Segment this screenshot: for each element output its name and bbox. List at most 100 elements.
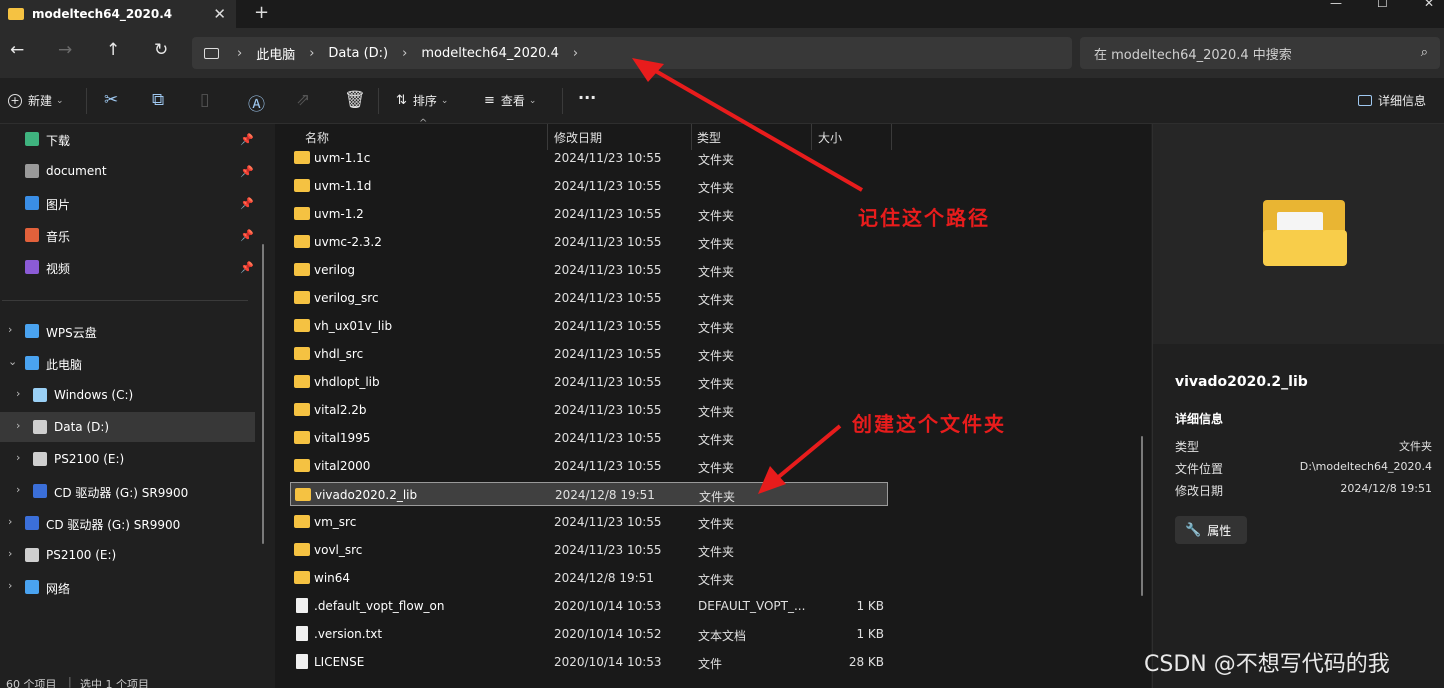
forward-button[interactable]: → bbox=[58, 40, 72, 60]
breadcrumb-separator[interactable]: › bbox=[237, 46, 242, 61]
sidebar-item-quick[interactable]: 视频 📌 bbox=[0, 252, 255, 282]
file-row[interactable]: vital2.2b 2024/11/23 10:55 文件夹 bbox=[290, 398, 888, 422]
title-bar: modeltech64_2020.4 ✕ + — ☐ ✕ bbox=[0, 0, 1444, 28]
pin-icon[interactable]: 📌 bbox=[240, 165, 254, 178]
chevron-right-icon[interactable]: › bbox=[16, 387, 20, 400]
tab-close-icon[interactable]: ✕ bbox=[213, 5, 226, 23]
file-row[interactable]: .version.txt 2020/10/14 10:52 文本文档 1 KB bbox=[290, 622, 888, 646]
sort-button[interactable]: ⇅ 排序 ⌄ bbox=[396, 92, 448, 109]
paste-icon[interactable]: ▯ bbox=[200, 90, 209, 110]
file-row[interactable]: win64 2024/12/8 19:51 文件夹 bbox=[290, 566, 888, 590]
column-separator[interactable] bbox=[891, 124, 892, 150]
file-row[interactable]: verilog 2024/11/23 10:55 文件夹 bbox=[290, 258, 888, 282]
chevron-right-icon[interactable]: › bbox=[8, 323, 12, 336]
chevron-right-icon[interactable]: › bbox=[16, 451, 20, 464]
breadcrumb-drive-d[interactable]: Data (D:) bbox=[328, 46, 388, 61]
more-options-icon[interactable]: ··· bbox=[578, 88, 596, 107]
up-button[interactable]: ↑ bbox=[106, 40, 120, 60]
file-row[interactable]: vhdl_src 2024/11/23 10:55 文件夹 bbox=[290, 342, 888, 366]
file-row[interactable]: uvmc-2.3.2 2024/11/23 10:55 文件夹 bbox=[290, 230, 888, 254]
cut-icon[interactable]: ✂ bbox=[104, 90, 118, 110]
chevron-right-icon[interactable]: › bbox=[16, 419, 20, 432]
breadcrumb-current-folder[interactable]: modeltech64_2020.4 bbox=[421, 46, 559, 61]
pin-icon[interactable]: 📌 bbox=[240, 261, 254, 274]
sidebar-item-tree[interactable]: › PS2100 (E:) bbox=[0, 444, 255, 474]
file-row[interactable]: verilog_src 2024/11/23 10:55 文件夹 bbox=[290, 286, 888, 310]
minimize-button[interactable]: — bbox=[1330, 0, 1342, 10]
breadcrumb-separator[interactable]: › bbox=[402, 46, 407, 61]
sidebar-item-tree[interactable]: ⌄ 此电脑 bbox=[0, 348, 255, 378]
maximize-button[interactable]: ☐ bbox=[1377, 0, 1388, 10]
file-list-scrollbar[interactable] bbox=[1141, 436, 1143, 596]
back-button[interactable]: ← bbox=[10, 40, 24, 60]
properties-button[interactable]: 🔧 属性 bbox=[1175, 516, 1247, 544]
sidebar-item-tree[interactable]: › PS2100 (E:) bbox=[0, 540, 255, 570]
view-button[interactable]: ≡ 查看 ⌄ bbox=[484, 92, 536, 109]
chevron-right-icon[interactable]: › bbox=[8, 547, 12, 560]
file-row[interactable]: vm_src 2024/11/23 10:55 文件夹 bbox=[290, 510, 888, 534]
column-header-type[interactable]: 类型 bbox=[697, 129, 721, 146]
pin-icon[interactable]: 📌 bbox=[240, 133, 254, 146]
refresh-button[interactable]: ↻ bbox=[154, 40, 168, 60]
column-header-date[interactable]: 修改日期 bbox=[554, 129, 602, 146]
sidebar-item-quick[interactable]: document 📌 bbox=[0, 156, 255, 186]
new-button[interactable]: + 新建 ⌄ bbox=[8, 92, 64, 109]
close-window-button[interactable]: ✕ bbox=[1424, 0, 1434, 10]
file-row[interactable]: .default_vopt_flow_on 2020/10/14 10:53 DEF… bbox=[290, 594, 888, 618]
window-tab[interactable]: modeltech64_2020.4 ✕ bbox=[0, 0, 236, 28]
file-row[interactable]: vovl_src 2024/11/23 10:55 文件夹 bbox=[290, 538, 888, 562]
details-pane: vivado2020.2_lib 详细信息 类型 文件夹 文件位置 D:\mod… bbox=[1152, 124, 1444, 688]
new-tab-button[interactable]: + bbox=[254, 2, 269, 23]
file-type: 文件夹 bbox=[698, 517, 735, 531]
breadcrumb-separator[interactable]: › bbox=[309, 46, 314, 61]
details-pane-button[interactable]: 详细信息 bbox=[1358, 92, 1426, 109]
file-row[interactable]: vh_ux01v_lib 2024/11/23 10:55 文件夹 bbox=[290, 314, 888, 338]
pc-icon bbox=[204, 47, 219, 59]
file-row[interactable]: uvm-1.2 2024/11/23 10:55 文件夹 bbox=[290, 202, 888, 226]
status-divider: | bbox=[68, 675, 72, 688]
rename-icon[interactable]: Ⓐ bbox=[248, 90, 265, 115]
file-name: vovl_src bbox=[314, 543, 363, 557]
sidebar-item-tree[interactable]: › CD 驱动器 (G:) SR9900 bbox=[0, 476, 255, 506]
pin-icon[interactable]: 📌 bbox=[240, 229, 254, 242]
file-type: 文件夹 bbox=[698, 237, 735, 251]
breadcrumb-this-pc[interactable]: 此电脑 bbox=[256, 44, 295, 63]
search-input[interactable]: 在 modeltech64_2020.4 中搜索 ⌕ bbox=[1080, 37, 1440, 69]
file-row[interactable]: uvm-1.1c 2024/11/23 10:55 文件夹 bbox=[290, 146, 888, 170]
sidebar-scrollbar[interactable] bbox=[262, 244, 264, 544]
sort-ascending-icon: ^ bbox=[419, 118, 428, 129]
sidebar-item-quick[interactable]: 下载 📌 bbox=[0, 124, 255, 154]
sidebar-item-tree[interactable]: › 网络 bbox=[0, 572, 255, 602]
column-header-size[interactable]: 大小 bbox=[818, 129, 842, 146]
file-row[interactable]: vivado2020.2_lib 2024/12/8 19:51 文件夹 bbox=[290, 482, 888, 506]
column-header-name[interactable]: 名称 bbox=[305, 129, 329, 146]
sidebar-item-tree[interactable]: › Windows (C:) bbox=[0, 380, 255, 410]
file-row[interactable]: vital2000 2024/11/23 10:55 文件夹 bbox=[290, 454, 888, 478]
breadcrumb-separator[interactable]: › bbox=[573, 46, 578, 61]
folder-icon bbox=[294, 291, 310, 304]
copy-icon[interactable]: ⧉ bbox=[152, 90, 164, 110]
search-icon[interactable]: ⌕ bbox=[1421, 45, 1428, 60]
share-icon[interactable]: ⇗ bbox=[296, 90, 310, 110]
chevron-right-icon[interactable]: › bbox=[8, 515, 12, 528]
folder-icon bbox=[294, 571, 310, 584]
delete-icon[interactable]: 🗑 bbox=[344, 90, 366, 110]
sidebar-item-quick[interactable]: 音乐 📌 bbox=[0, 220, 255, 250]
file-name: .version.txt bbox=[314, 627, 383, 641]
cloud-icon bbox=[25, 324, 39, 338]
sidebar-item-quick[interactable]: 图片 📌 bbox=[0, 188, 255, 218]
chevron-right-icon[interactable]: › bbox=[8, 579, 12, 592]
file-row[interactable]: vhdlopt_lib 2024/11/23 10:55 文件夹 bbox=[290, 370, 888, 394]
chevron-down-icon[interactable]: ⌄ bbox=[8, 355, 17, 368]
sidebar-item-tree[interactable]: › WPS云盘 bbox=[0, 316, 255, 346]
sidebar-item-tree[interactable]: › CD 驱动器 (G:) SR9900 bbox=[0, 508, 255, 538]
address-bar[interactable]: › 此电脑 › Data (D:) › modeltech64_2020.4 › bbox=[192, 37, 1072, 69]
chevron-right-icon[interactable]: › bbox=[16, 483, 20, 496]
search-placeholder: 在 modeltech64_2020.4 中搜索 bbox=[1094, 47, 1292, 63]
file-row[interactable]: uvm-1.1d 2024/11/23 10:55 文件夹 bbox=[290, 174, 888, 198]
sidebar-item-label: PS2100 (E:) bbox=[46, 548, 117, 562]
sidebar-item-tree[interactable]: › Data (D:) bbox=[0, 412, 255, 442]
file-row[interactable]: LICENSE 2020/10/14 10:53 文件 28 KB bbox=[290, 650, 888, 674]
file-row[interactable]: vital1995 2024/11/23 10:55 文件夹 bbox=[290, 426, 888, 450]
pin-icon[interactable]: 📌 bbox=[240, 197, 254, 210]
